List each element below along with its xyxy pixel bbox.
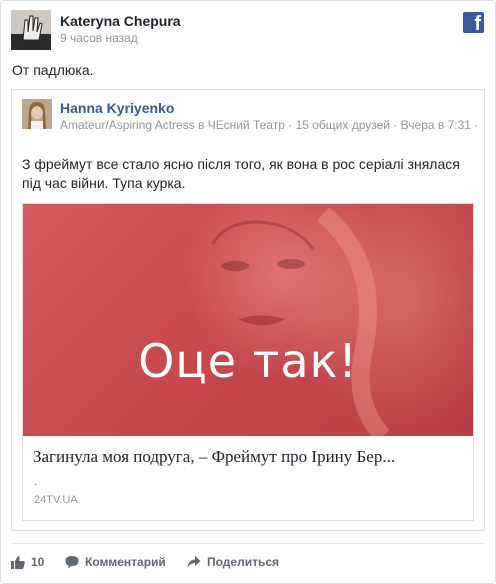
author-avatar[interactable] (11, 10, 51, 50)
comment-label: Комментарий (85, 555, 166, 569)
post-text: От падлюка. (12, 62, 94, 78)
thumbs-up-icon (11, 556, 25, 569)
post-timestamp[interactable]: 9 часов назад (60, 31, 138, 45)
facebook-logo-icon[interactable]: f (463, 12, 484, 35)
shared-text: З фреймут все стало ясно після того, як … (22, 156, 460, 191)
shared-author-name[interactable]: Hanna Kyriyenko (60, 100, 174, 116)
image-overlay-text: Оце так! (138, 334, 358, 388)
facebook-logo-letter: f (474, 13, 481, 35)
like-count: 10 (31, 555, 45, 569)
share-button[interactable]: Поделиться (187, 555, 279, 569)
shared-author-avatar[interactable] (22, 99, 52, 129)
facebook-post-embed: Kateryna Chepura 9 часов назад f От падл… (0, 0, 496, 584)
shared-meta-text: Amateur/Aspiring Actress в ЧЕсний Театр … (60, 118, 479, 132)
share-label: Поделиться (207, 555, 280, 569)
author-name[interactable]: Kateryna Chepura (60, 13, 181, 29)
comment-button[interactable]: Комментарий (65, 555, 166, 569)
shared-post: Hanna Kyriyenko Amateur/Aspiring Actress… (11, 89, 485, 531)
link-preview-image[interactable]: Оце так! (23, 204, 473, 436)
link-preview-card[interactable]: Оце так! Загинула моя подруга, – Фреймут… (22, 203, 474, 521)
link-description: . (34, 474, 38, 488)
link-title[interactable]: Загинула моя подруга, – Фреймут про Ірин… (33, 447, 463, 467)
shared-meta: Amateur/Aspiring Actress в ЧЕсний Театр … (60, 118, 480, 132)
like-button[interactable]: 10 (11, 555, 44, 569)
footer-divider (11, 543, 485, 544)
comment-icon (65, 556, 79, 569)
portrait-sketch (211, 207, 390, 436)
share-arrow-icon (187, 556, 201, 568)
link-domain[interactable]: 24TV.UA (34, 494, 78, 506)
